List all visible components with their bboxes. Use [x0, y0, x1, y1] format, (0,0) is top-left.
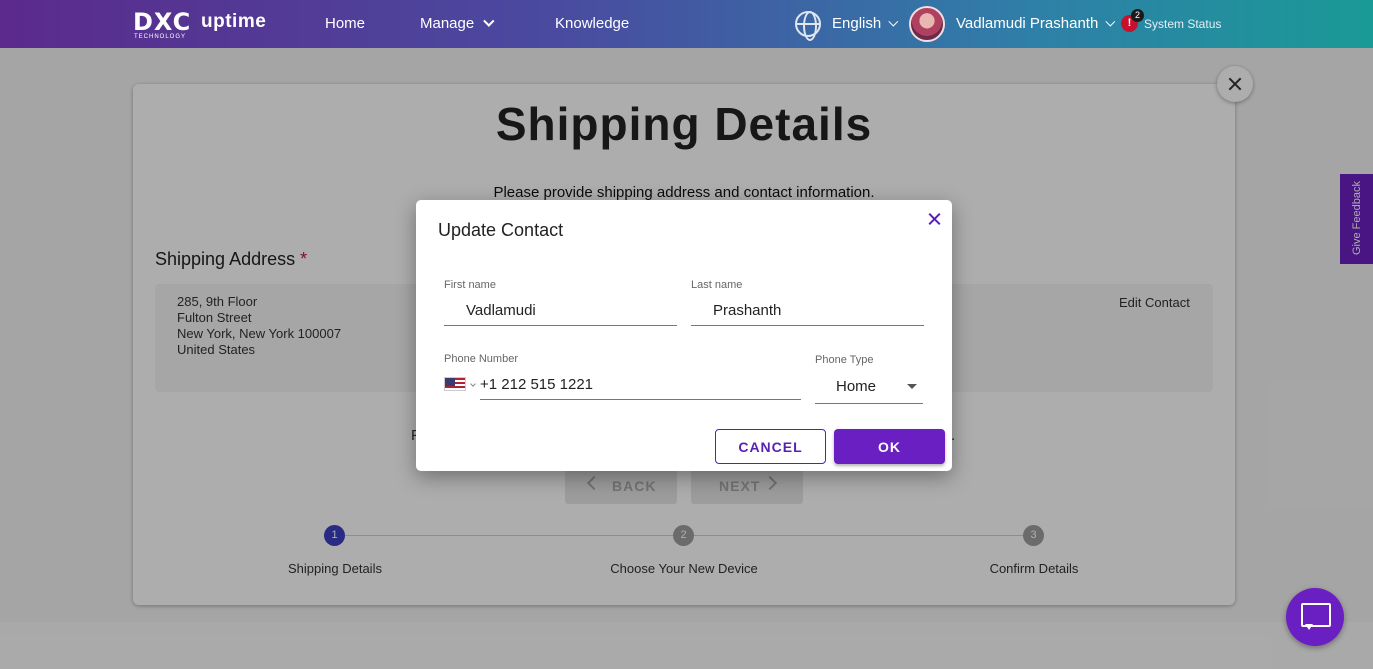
- first-name-label: First name: [444, 279, 496, 291]
- user-menu[interactable]: Vadlamudi Prashanth: [956, 15, 1116, 32]
- us-flag-icon[interactable]: [444, 377, 466, 391]
- dialog-title: Update Contact: [438, 220, 564, 240]
- dropdown-arrow-icon: [907, 384, 917, 389]
- username-label: Vadlamudi Prashanth: [956, 15, 1099, 32]
- phone-number-label: Phone Number: [444, 353, 518, 365]
- phone-type-value: Home: [836, 378, 877, 395]
- ok-button[interactable]: OK: [834, 429, 945, 464]
- logo-uptime-text: uptime: [201, 11, 267, 32]
- cancel-button[interactable]: CANCEL: [715, 429, 826, 464]
- phone-number-input[interactable]: [480, 370, 801, 400]
- chevron-down-icon: [483, 15, 495, 27]
- nav-manage[interactable]: Manage: [420, 15, 495, 32]
- phone-type-select[interactable]: Home: [815, 371, 923, 404]
- last-name-input[interactable]: [691, 296, 924, 326]
- chat-icon[interactable]: [1286, 588, 1344, 646]
- chevron-down-icon: [1105, 16, 1116, 27]
- update-contact-dialog: Update Contact First name Last name Phon…: [416, 200, 952, 471]
- close-icon[interactable]: [925, 210, 943, 228]
- logo-dxc-text: DXC: [133, 8, 192, 36]
- nav-home[interactable]: Home: [325, 15, 365, 32]
- globe-icon[interactable]: [795, 11, 821, 41]
- language-label: English: [832, 15, 882, 32]
- logo-technology-text: TECHNOLOGY: [134, 34, 187, 40]
- nav-manage-label: Manage: [420, 15, 475, 32]
- status-count-badge: 2: [1131, 9, 1144, 22]
- top-navigation-bar: DXC TECHNOLOGY uptime Home Manage Knowle…: [0, 0, 1373, 48]
- last-name-label: Last name: [691, 279, 743, 291]
- language-selector[interactable]: English: [832, 15, 899, 32]
- avatar[interactable]: [909, 6, 945, 42]
- phone-type-label: Phone Type: [815, 354, 874, 366]
- first-name-input[interactable]: [444, 296, 677, 326]
- nav-knowledge[interactable]: Knowledge: [555, 15, 629, 32]
- chevron-down-icon[interactable]: [470, 381, 476, 387]
- system-status-link[interactable]: System Status: [1144, 17, 1221, 31]
- chevron-down-icon: [888, 16, 899, 27]
